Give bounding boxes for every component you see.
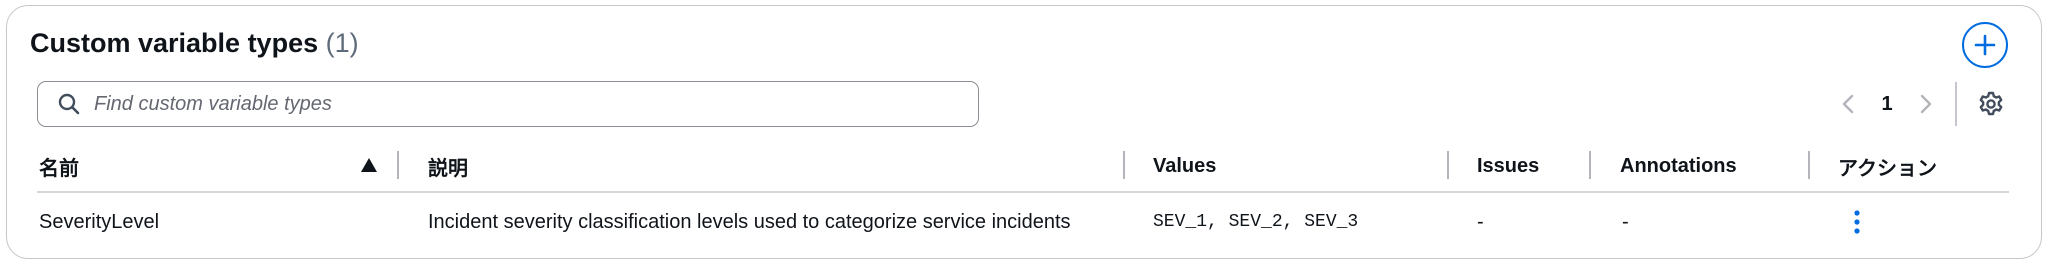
cell-values: SEV_1, SEV_2, SEV_3 bbox=[1153, 212, 1359, 232]
cell-description: Incident severity classification levels … bbox=[428, 210, 1071, 233]
next-page-button[interactable] bbox=[1914, 86, 1938, 122]
search-field[interactable] bbox=[37, 81, 979, 127]
panel-title-count: (1) bbox=[325, 28, 359, 58]
current-page-number[interactable]: 1 bbox=[1872, 86, 1902, 122]
cell-name[interactable]: SeverityLevel bbox=[39, 208, 159, 236]
panel-title-text: Custom variable types bbox=[30, 28, 319, 58]
cell-issues: - bbox=[1477, 210, 1484, 233]
panel-title: Custom variable types (1) bbox=[30, 28, 359, 59]
row-actions-button[interactable] bbox=[1843, 207, 1871, 237]
chevron-right-icon bbox=[1920, 94, 1932, 114]
search-input[interactable] bbox=[94, 92, 954, 116]
gear-icon bbox=[1979, 91, 2003, 116]
sort-ascending-icon[interactable] bbox=[360, 157, 378, 173]
column-header-values[interactable]: Values bbox=[1153, 152, 1216, 180]
search-icon bbox=[54, 89, 84, 119]
table-preferences-button[interactable] bbox=[1973, 86, 2009, 122]
plus-icon bbox=[1974, 34, 1996, 56]
column-header-name[interactable]: 名前 bbox=[39, 152, 79, 180]
add-variable-type-button[interactable] bbox=[1962, 22, 2008, 68]
table-header-divider bbox=[37, 191, 2009, 193]
column-resizer[interactable] bbox=[1447, 151, 1449, 179]
cell-annotations: - bbox=[1622, 210, 1629, 233]
column-resizer[interactable] bbox=[1123, 151, 1125, 179]
column-header-annotations[interactable]: Annotations bbox=[1620, 152, 1737, 180]
column-resizer[interactable] bbox=[1589, 151, 1591, 179]
column-resizer[interactable] bbox=[397, 151, 399, 179]
previous-page-button[interactable] bbox=[1836, 86, 1860, 122]
chevron-left-icon bbox=[1842, 94, 1854, 114]
column-header-issues[interactable]: Issues bbox=[1477, 152, 1539, 180]
column-resizer[interactable] bbox=[1808, 151, 1810, 179]
column-header-description[interactable]: 説明 bbox=[428, 152, 468, 180]
more-vertical-icon bbox=[1854, 210, 1860, 234]
column-header-actions: アクション bbox=[1838, 157, 1937, 180]
pagination-divider bbox=[1955, 82, 1957, 126]
